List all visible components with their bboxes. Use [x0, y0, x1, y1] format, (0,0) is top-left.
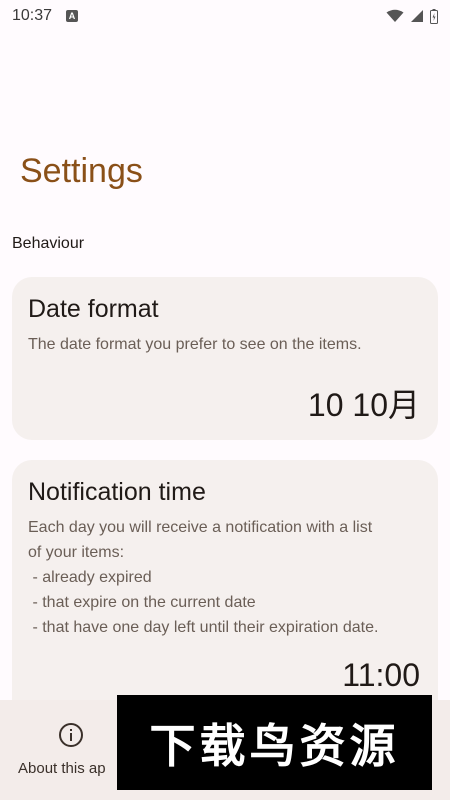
watermark-logo: 下载鸟资源	[117, 695, 432, 790]
notification-a-icon: A	[66, 10, 79, 22]
status-bar: 10:37 A	[0, 0, 450, 32]
notification-description-line: - already expired	[28, 569, 152, 586]
date-format-value: 10 10月	[307, 387, 420, 423]
signal-icon	[411, 10, 423, 22]
notification-time-value: 11:00	[342, 657, 420, 693]
notification-time-description: Each day you will receive a notification…	[28, 515, 422, 640]
info-icon	[59, 723, 83, 747]
date-format-title: Date format	[28, 295, 159, 323]
notification-time-title: Notification time	[28, 478, 206, 506]
wifi-icon	[386, 9, 404, 22]
page-title: Settings	[20, 152, 143, 190]
status-icons	[386, 8, 438, 24]
notification-description-line: Each day you will receive a notification…	[28, 519, 373, 536]
date-format-card[interactable]: Date format The date format you prefer t…	[12, 277, 438, 440]
notification-time-card[interactable]: Notification time Each day you will rece…	[12, 460, 438, 720]
section-header-behaviour: Behaviour	[12, 235, 85, 252]
about-nav-label: About this ap	[18, 760, 106, 777]
status-time: 10:37	[12, 7, 53, 24]
notification-description-line: - that have one day left until their exp…	[28, 619, 379, 636]
notification-description-line: - that expire on the current date	[28, 594, 256, 611]
date-format-description: The date format you prefer to see on the…	[28, 336, 362, 353]
about-nav-item[interactable]: About this ap	[18, 722, 128, 777]
battery-icon	[430, 8, 438, 24]
notification-description-line: of your items:	[28, 544, 125, 561]
